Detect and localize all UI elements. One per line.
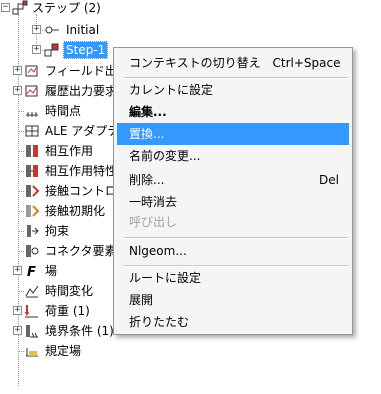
menu-item-label: Nlgeom... [129,244,187,258]
expand-icon[interactable]: + [32,25,41,34]
expand-icon[interactable]: + [13,306,22,315]
tree-item-steps[interactable]: − ステップ (2) [0,0,200,18]
menu-item-label: ルートに設定 [129,271,202,285]
load-icon [24,305,38,318]
menu-item-label: 名前の変更... [129,149,201,163]
constraint-icon [27,225,39,237]
menu-item-switch-context[interactable]: コンテキストの切り替え Ctrl+Space [117,52,349,74]
time-points-icon [26,112,38,117]
tree-item-label: 境界条件 (1) [45,324,114,338]
menu-item-label: 一時消去 [129,195,178,209]
menu-item-label: 置換... [129,127,165,141]
initial-step-icon [45,26,59,34]
field-icon: F [27,265,36,279]
menu-item-label: カレントに設定 [129,83,214,97]
expand-icon[interactable]: + [13,326,22,335]
menu-item-suppress[interactable]: 一時消去 [117,191,349,213]
interaction-property-icon [26,165,38,177]
step-icon [44,43,59,57]
menu-item-edit[interactable]: 編集... [117,101,349,123]
tree-item-label: 時間変化 [45,284,94,298]
menu-item-label: 削除... [129,173,165,187]
contact-control-icon [26,185,40,197]
steps-icon [12,0,28,15]
collapse-icon[interactable]: − [1,3,10,12]
menu-item-shortcut: Ctrl+Space [272,56,341,70]
menu-item-set-root[interactable]: ルートに設定 [117,267,349,289]
tree-item-label: 規定場 [45,344,82,358]
ale-icon [25,125,39,137]
menu-separator [124,237,348,239]
tree-item-initial[interactable]: + Initial [0,20,200,40]
menu-item-label: 展開 [129,293,154,307]
field-output-icon [25,65,38,77]
menu-item-set-current[interactable]: カレントに設定 [117,79,349,101]
predefined-field-icon [26,348,38,357]
context-menu: コンテキストの切り替え Ctrl+Space カレントに設定 編集... 置換.… [113,47,353,335]
menu-item-resume: 呼び出し [117,211,349,233]
expand-icon[interactable]: + [13,86,22,95]
tree-item-label: 時間点 [45,104,82,118]
tree-item-label: 場 [45,264,58,278]
contact-init-icon [26,205,40,217]
tree-item-label: 荷重 (1) [45,304,90,318]
menu-item-replace[interactable]: 置換... [117,123,349,145]
expand-icon[interactable]: + [13,266,22,275]
tree-item-label: コネクタ要素 [45,244,117,258]
connector-icon [26,245,39,257]
tree-item-label: 履歴出力要求 [45,84,118,98]
history-output-icon [25,85,38,97]
menu-item-label: 折りたたむ [129,315,190,329]
tree-item-label: 相互作用 [45,144,94,158]
expand-icon[interactable]: + [32,45,41,54]
tree-item-label: ステップ (2) [32,1,101,15]
menu-item-label: 呼び出し [129,215,178,229]
menu-item-rename[interactable]: 名前の変更... [117,145,349,167]
tree-item-label: Initial [66,23,100,37]
amplitude-icon [25,285,39,298]
tree-item-label: Step-1 [63,41,109,59]
tree-item-label: 相互作用特性 [45,164,118,178]
tree-item-label: 拘束 [45,224,70,238]
tree-item[interactable]: 規定場 [0,341,200,361]
menu-item-delete[interactable]: 削除... Del [117,169,349,191]
menu-item-label: 編集... [129,105,167,119]
menu-item-collapse[interactable]: 折りたたむ [117,311,349,333]
expand-icon[interactable]: + [13,66,22,75]
svg-text:F: F [27,265,36,279]
menu-item-shortcut: Del [319,173,339,187]
bc-icon [26,325,38,338]
interaction-icon [26,145,38,157]
menu-item-expand[interactable]: 展開 [117,289,349,311]
menu-item-label: コンテキストの切り替え [129,56,261,70]
tree-item-label: 接触初期化 [45,204,106,218]
menu-item-nlgeom[interactable]: Nlgeom... [117,240,349,262]
